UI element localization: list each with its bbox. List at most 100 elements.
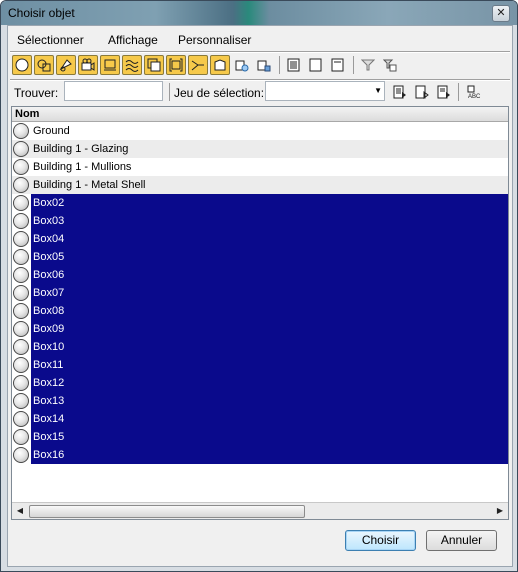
list-item-label: Building 1 - Metal Shell (33, 179, 146, 191)
list-item[interactable]: Box14 (12, 410, 508, 428)
list-item-label: Box16 (31, 446, 508, 464)
list-item-label: Box15 (31, 428, 508, 446)
window-title: Choisir objet (8, 6, 75, 20)
containers-icon[interactable] (210, 55, 230, 75)
list-item[interactable]: Ground (12, 122, 508, 140)
detail-view-icon[interactable] (328, 55, 348, 75)
list-item-label: Box06 (31, 266, 508, 284)
list-item-label: Box03 (31, 212, 508, 230)
list-item[interactable]: Building 1 - Mullions (12, 158, 508, 176)
list-item[interactable]: Box07 (12, 284, 508, 302)
list-item-label: Box07 (31, 284, 508, 302)
selection-set-label: Jeu de sélection: (174, 86, 265, 100)
object-circle-icon (13, 195, 29, 211)
add-selection-set-icon[interactable] (412, 82, 432, 102)
spacewarps-icon[interactable] (122, 55, 142, 75)
list-item-label: Building 1 - Mullions (33, 161, 132, 173)
edit-selection-set-icon[interactable] (390, 82, 410, 102)
list-item[interactable]: Box03 (12, 212, 508, 230)
object-circle-icon (13, 177, 29, 193)
list-item[interactable]: Box05 (12, 248, 508, 266)
menu-bar: Sélectionner Affichage Personnaliser (8, 28, 512, 50)
object-circle-icon (13, 339, 29, 355)
scroll-left-icon[interactable]: ◀ (13, 504, 27, 518)
list-item[interactable]: Box10 (12, 338, 508, 356)
list-item[interactable]: Building 1 - Metal Shell (12, 176, 508, 194)
list-item-label: Box13 (31, 392, 508, 410)
list-item[interactable]: Box04 (12, 230, 508, 248)
list-item[interactable]: Box09 (12, 320, 508, 338)
list-item[interactable]: Box15 (12, 428, 508, 446)
choose-button[interactable]: Choisir (345, 530, 416, 551)
find-row: Trouver: Jeu de sélection: ▼ ABC (8, 80, 512, 104)
chevron-down-icon: ▼ (374, 86, 382, 95)
list-item[interactable]: Box12 (12, 374, 508, 392)
frozen-icon[interactable] (232, 55, 252, 75)
remove-selection-set-icon[interactable] (434, 82, 454, 102)
sort-alphabetical-icon[interactable]: ABC (464, 82, 484, 102)
list-item-label: Ground (33, 125, 70, 137)
object-circle-icon (13, 393, 29, 409)
xrefs-icon[interactable] (166, 55, 186, 75)
list-item[interactable]: Box13 (12, 392, 508, 410)
list-item-label: Box08 (31, 302, 508, 320)
find-input[interactable] (64, 81, 163, 101)
selection-set-dropdown[interactable]: ▼ (265, 81, 385, 101)
horizontal-scrollbar[interactable]: ◀ ▶ (12, 502, 508, 519)
object-circle-icon (13, 231, 29, 247)
list-view-icon[interactable] (284, 55, 304, 75)
cancel-button[interactable]: Annuler (426, 530, 497, 551)
list-item-label: Box02 (31, 194, 508, 212)
groups-icon[interactable] (144, 55, 164, 75)
object-circle-icon (13, 303, 29, 319)
list-item[interactable]: Building 1 - Glazing (12, 140, 508, 158)
blank-view-icon[interactable] (306, 55, 326, 75)
list-item[interactable]: Box02 (12, 194, 508, 212)
menu-customize[interactable]: Personnaliser (178, 33, 251, 47)
object-circle-icon (13, 447, 29, 463)
list-item-label: Box04 (31, 230, 508, 248)
list-item[interactable]: Box16 (12, 446, 508, 464)
list-item-label: Box12 (31, 374, 508, 392)
geometry-icon[interactable] (12, 55, 32, 75)
object-circle-icon (13, 357, 29, 373)
object-circle-icon (13, 141, 29, 157)
object-circle-icon (13, 411, 29, 427)
object-circle-icon (13, 429, 29, 445)
filter-toolbar (12, 54, 508, 78)
cameras-icon[interactable] (78, 55, 98, 75)
bones-icon[interactable] (188, 55, 208, 75)
object-circle-icon (13, 159, 29, 175)
filter-options-icon[interactable] (380, 55, 400, 75)
object-circle-icon (13, 123, 29, 139)
list-item[interactable]: Box06 (12, 266, 508, 284)
menu-select[interactable]: Sélectionner (17, 33, 84, 47)
dialog-body: Sélectionner Affichage Personnaliser Tro… (7, 25, 513, 567)
lights-icon[interactable] (56, 55, 76, 75)
list-item-label: Box10 (31, 338, 508, 356)
object-circle-icon (13, 321, 29, 337)
list-item-label: Box11 (31, 356, 508, 374)
menu-display[interactable]: Affichage (108, 33, 158, 47)
filter-icon[interactable] (358, 55, 378, 75)
find-divider (458, 83, 459, 101)
find-divider (169, 83, 170, 101)
title-bar[interactable]: Choisir objet ✕ (1, 1, 517, 25)
list-header[interactable]: Nom (12, 107, 508, 122)
list-item-label: Box09 (31, 320, 508, 338)
scroll-right-icon[interactable]: ▶ (493, 504, 507, 518)
find-label: Trouver: (14, 86, 59, 100)
column-name-header[interactable]: Nom (15, 108, 39, 120)
shapes-icon[interactable] (34, 55, 54, 75)
scrollbar-thumb[interactable] (29, 505, 305, 518)
choose-object-dialog: Choisir objet ✕ Sélectionner Affichage P… (0, 0, 518, 572)
close-button[interactable]: ✕ (492, 5, 510, 22)
list-item[interactable]: Box08 (12, 302, 508, 320)
list-item-label: Box14 (31, 410, 508, 428)
list-item[interactable]: Box11 (12, 356, 508, 374)
object-list[interactable]: Nom Ground Building 1 - Glazing Building 1… (11, 106, 509, 520)
helpers-icon[interactable] (100, 55, 120, 75)
hidden-icon[interactable] (254, 55, 274, 75)
object-circle-icon (13, 285, 29, 301)
menu-divider (10, 51, 510, 53)
